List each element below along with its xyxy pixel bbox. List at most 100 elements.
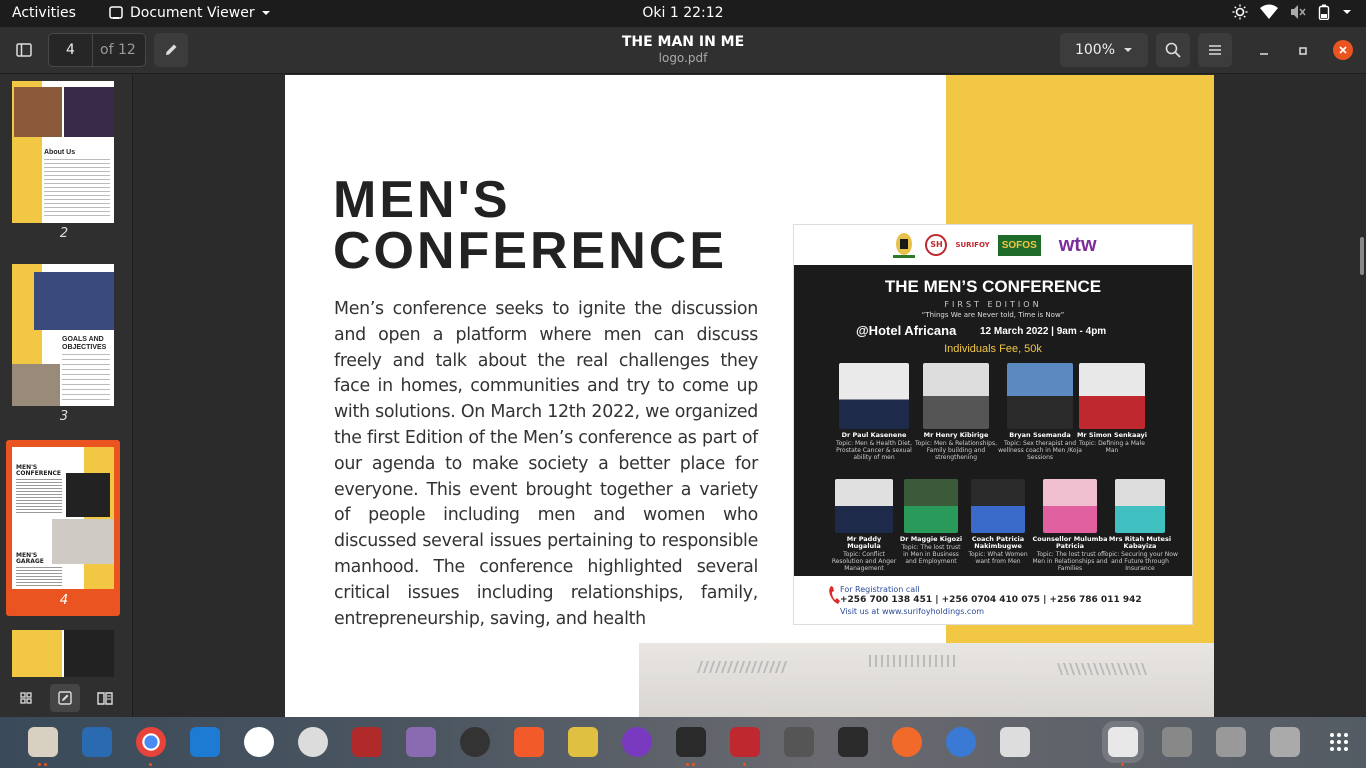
poster-fee: Individuals Fee, 50k [944,343,1042,355]
header-bar: of 12 THE MAN IN ME logo.pdf 100% [0,27,1366,74]
annotations-view-button[interactable] [50,684,80,712]
speaker-name: Mr Paddy Mugalula [846,535,882,550]
brave-icon[interactable] [514,727,544,757]
uganda-crest-icon [893,233,916,258]
volume-muted-icon [1291,5,1306,19]
maximize-icon [1299,47,1307,55]
grid-icon[interactable] [1324,727,1354,757]
speaker-topic: Topic: The lost trust in Men in Business… [901,544,961,565]
speaker-name: Bryan Ssemanda [1009,431,1071,439]
close-button[interactable] [1333,40,1353,60]
ssd-icon[interactable] [1216,727,1246,757]
thumbnail-page-3[interactable]: GOALS AND OBJECTIVES [12,264,114,406]
phone-icon [829,586,840,604]
vscode-icon[interactable] [190,727,220,757]
poster-title: THE MEN’S CONFERENCE [884,277,1102,296]
thumbnail-label: 2 [59,226,69,241]
chrome-icon[interactable] [136,727,166,757]
video-icon[interactable] [406,727,436,757]
writer-icon[interactable] [82,727,112,757]
thumbnail-page-2[interactable]: About Us [12,81,114,223]
zoom-value: 100% [1074,42,1116,58]
files-icon[interactable] [28,727,58,757]
poster-logos: SH SURIFOY SOFOS wtw [794,225,1194,265]
dock [0,717,1366,768]
drive-icon[interactable] [1270,727,1300,757]
speaker-name: Coach Patricia Nakimbugwe [971,535,1025,550]
thumbnail-heading-2: MEN'S GARAGE [16,552,44,565]
surifoy-logo: SH [925,234,948,256]
vertical-scrollbar[interactable] [1360,237,1364,275]
speaker-card: Mr Paddy Mugalula Topic: Conflict Resolu… [830,479,898,572]
bookmarks-view-button[interactable] [90,684,120,712]
speaker-name: Dr Maggie Kigozi [899,535,963,543]
monitor-icon[interactable] [838,727,868,757]
speaker-card: Mr Simon Senkaayi Topic: Defining a Male… [1076,363,1148,454]
settings-icon[interactable] [298,727,328,757]
document-viewer-icon[interactable] [1108,727,1138,757]
pencil-icon [166,44,177,55]
pen-icon[interactable] [892,727,922,757]
calculator-icon[interactable] [568,727,598,757]
speaker-name: Mr Simon Senkaayi [1076,431,1148,439]
speaker-name: Mr Henry Kibirige [923,431,989,439]
top-bar: Activities Document Viewer Oki 1 22:12 [0,0,1366,27]
sidebar-icon [16,43,32,57]
thumbnail-heading: MEN'S CONFERENCE [16,464,61,477]
sofos-logo: SOFOS [997,234,1041,256]
search-icon[interactable] [1000,727,1030,757]
speaker-topic: Topic: Conflict Resolution and Anger Man… [831,551,897,572]
speaker-name: Dr Paul Kasenene [841,431,907,439]
poster-tagline: “Things We are Never told, Time is Now” [921,311,1065,319]
page-heading: MEN'S CONFERENCE [333,171,728,280]
app-icon[interactable] [244,727,274,757]
page-number-input[interactable] [49,34,93,66]
search-button[interactable] [1156,33,1190,67]
activities-button[interactable]: Activities [12,5,76,21]
registration-phones: +256 700 138 451 | +256 0704 410 075 | +… [840,595,1142,605]
document-view[interactable]: MEN'S CONFERENCE Men’s conference seeks … [134,75,1366,717]
conference-poster: SH SURIFOY SOFOS wtw THE MEN’S CONFERENC… [793,224,1193,625]
speaker-card: Counsellor Mulumba Patricia Topic: The l… [1030,479,1110,572]
annotate-button[interactable] [154,33,188,67]
speaker-topic: Topic: Securing your Now and Future thro… [1102,551,1178,572]
wine-icon[interactable] [460,727,490,757]
usb-icon[interactable] [1162,727,1192,757]
sidebar-toolbar [0,677,132,717]
app-grid-icon [1330,733,1348,751]
thumbnail-label: 3 [59,409,69,424]
thunderbird-icon[interactable] [946,727,976,757]
system-tray[interactable] [1232,4,1352,20]
grid-icon [20,692,32,704]
speaker-topic: Topic: Men & Relationships, Family build… [914,440,998,461]
texmaker-icon[interactable] [784,727,814,757]
speaker-name: Mrs Ritah Mutesi Kabayiza [1108,535,1172,550]
app-menu[interactable]: Document Viewer [108,5,271,21]
maximize-button[interactable] [1293,41,1313,61]
speaker-card: Coach Patricia Nakimbugwe Topic: What Wo… [962,479,1034,565]
podcast-icon[interactable] [622,727,652,757]
poster-main-panel: THE MEN’S CONFERENCE FIRST EDITION “Thin… [794,265,1192,576]
screen-icon[interactable] [352,727,382,757]
document-viewer-app-icon [109,6,123,19]
thumbnails-view-button[interactable] [11,684,41,712]
surifoy-label: SURIFOY [955,241,990,249]
hamburger-icon [1209,45,1221,55]
speaker-card: Dr Paul Kasenene Topic: Men & Health Die… [832,363,916,461]
speaker-name: Counsellor Mulumba Patricia [1032,535,1108,550]
brightness-icon [1232,4,1248,20]
speaker-topic: Topic: What Women want from Men [968,551,1028,565]
sidebar-toggle-button[interactable] [7,33,41,67]
app-name: Document Viewer [130,5,255,21]
minimize-button[interactable] [1254,41,1274,61]
terminal-icon[interactable] [676,727,706,757]
menu-button[interactable] [1198,33,1232,67]
book-icon [97,692,113,705]
battery-icon [1318,4,1330,20]
zoom-select[interactable]: 100% [1060,33,1148,67]
speaker-card: Bryan Ssemanda Topic: Sex therapist and … [998,363,1082,461]
filezilla-icon[interactable] [730,727,760,757]
poster-venue: @Hotel Africana [856,323,957,338]
thumbnail-page-4[interactable]: MEN'S CONFERENCE MEN'S GARAGE [12,447,114,589]
speaker-topic: Topic: Defining a Male Man [1079,440,1145,454]
